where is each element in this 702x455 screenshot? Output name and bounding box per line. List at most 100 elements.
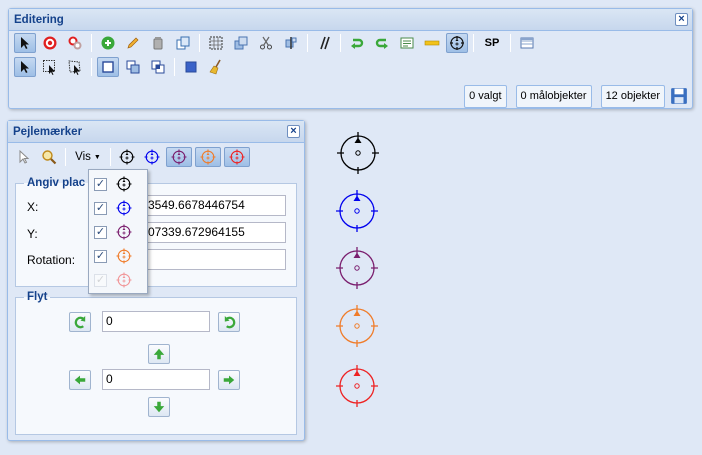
- copy-button[interactable]: [172, 33, 194, 53]
- rotate-right-icon: [224, 315, 235, 328]
- rotate-left-button[interactable]: [69, 312, 91, 332]
- broom-icon: [209, 59, 221, 75]
- bearing-marker-button[interactable]: [446, 33, 468, 53]
- move-up-button[interactable]: [148, 344, 170, 364]
- cut-button[interactable]: [255, 33, 277, 53]
- parallel-button[interactable]: [313, 33, 335, 53]
- y-input[interactable]: 07339.672964155: [144, 222, 286, 243]
- rotate-right-button[interactable]: [218, 312, 240, 332]
- blue-marker-icon: [144, 149, 160, 165]
- box-select-button[interactable]: [39, 57, 61, 77]
- target-button[interactable]: [39, 33, 61, 53]
- toolbar-separator: [110, 148, 111, 166]
- move-left-button[interactable]: [69, 370, 91, 390]
- move-right-button[interactable]: [218, 370, 240, 390]
- vis-menu-button[interactable]: Vis ▼: [71, 147, 105, 167]
- layers-button[interactable]: [230, 33, 252, 53]
- editing-panel-title: Editering: [14, 14, 64, 26]
- box-select-icon: [43, 60, 55, 75]
- subtract-selection-button[interactable]: [147, 57, 169, 77]
- checkbox-black[interactable]: ✓: [94, 177, 107, 191]
- delete-button[interactable]: [147, 33, 169, 53]
- pointer-icon: [21, 37, 29, 49]
- orange-marker-icon: [200, 149, 216, 165]
- add-selection-button[interactable]: [122, 57, 144, 77]
- clear-button[interactable]: [205, 57, 227, 77]
- red-marker-icon: [116, 272, 132, 288]
- black-bearing-marker[interactable]: [336, 131, 380, 175]
- shift-value-input[interactable]: 0: [102, 369, 210, 390]
- blue-marker-button[interactable]: [141, 147, 163, 167]
- multi-target-button[interactable]: [64, 33, 86, 53]
- split-button[interactable]: [280, 33, 302, 53]
- toolbar-separator: [510, 34, 511, 52]
- fill-button[interactable]: [180, 57, 202, 77]
- redo-button[interactable]: [371, 33, 393, 53]
- toolbar-separator: [199, 34, 200, 52]
- orange-marker-button[interactable]: [195, 147, 221, 167]
- x-input[interactable]: 3549.6678446754: [144, 195, 286, 216]
- editing-status-bar: 0 valgt 0 målobjekter 12 objekter: [9, 79, 692, 113]
- purple-bearing-marker[interactable]: [335, 246, 379, 290]
- toolbar-separator: [307, 34, 308, 52]
- attribute-button[interactable]: [396, 33, 418, 53]
- bearings-panel: Pejlemærker × Vis ▼ Angiv plac X: 3549.6…: [7, 120, 305, 441]
- red-bearing-marker[interactable]: [335, 364, 379, 408]
- undo-icon: [351, 38, 364, 49]
- vis-item-blue[interactable]: ✓: [94, 198, 132, 218]
- ruler-icon: [424, 40, 440, 46]
- selected-count: 0 valgt: [464, 84, 507, 108]
- blue-bearing-marker[interactable]: [335, 189, 379, 233]
- editing-toolbar-row-1: SP: [9, 31, 692, 55]
- select-pointer-button[interactable]: [14, 33, 36, 53]
- measure-button[interactable]: [421, 33, 443, 53]
- close-editing-button[interactable]: ×: [675, 13, 688, 26]
- bearings-panel-title: Pejlemærker: [13, 126, 83, 138]
- parallel-lines-icon: [320, 36, 330, 50]
- save-icon[interactable]: [670, 87, 688, 105]
- close-bearings-button[interactable]: ×: [287, 125, 300, 138]
- new-selection-button[interactable]: [97, 57, 119, 77]
- table-button[interactable]: [516, 33, 538, 53]
- move-down-button[interactable]: [148, 397, 170, 417]
- black-marker-icon: [119, 149, 135, 165]
- arrow-left-icon: [74, 375, 86, 385]
- zoom-button[interactable]: [38, 147, 60, 167]
- checkbox-orange[interactable]: ✓: [94, 249, 107, 263]
- x-label: X:: [27, 200, 39, 214]
- vis-dropdown-menu: ✓ ✓ ✓ ✓ ✓: [88, 169, 148, 294]
- vis-item-orange[interactable]: ✓: [94, 246, 132, 266]
- split-icon: [285, 37, 297, 49]
- pointer-button[interactable]: [13, 147, 35, 167]
- placement-legend: Angiv plac: [27, 177, 86, 189]
- move-legend: Flyt: [27, 291, 48, 303]
- vis-item-black[interactable]: ✓: [94, 174, 132, 194]
- grid-select-button[interactable]: [205, 33, 227, 53]
- lasso-select-button[interactable]: [64, 57, 86, 77]
- toolbar-separator: [340, 34, 341, 52]
- toolbar-separator: [174, 58, 175, 76]
- orange-marker-icon: [116, 248, 132, 264]
- vis-item-purple[interactable]: ✓: [94, 222, 132, 242]
- rotation-input[interactable]: [144, 249, 286, 270]
- edit-button[interactable]: [122, 33, 144, 53]
- arrow-up-icon: [153, 348, 165, 360]
- purple-marker-button[interactable]: [166, 147, 192, 167]
- editing-panel-header: Editering ×: [9, 9, 692, 31]
- red-marker-icon: [229, 149, 245, 165]
- sp-button[interactable]: SP: [479, 33, 505, 53]
- checkbox-blue[interactable]: ✓: [94, 201, 107, 215]
- arrow-down-icon: [153, 401, 165, 413]
- undo-button[interactable]: [346, 33, 368, 53]
- black-marker-button[interactable]: [116, 147, 138, 167]
- red-marker-button[interactable]: [224, 147, 250, 167]
- table-icon: [520, 37, 534, 49]
- orange-bearing-marker[interactable]: [335, 304, 379, 348]
- purple-marker-icon: [171, 149, 187, 165]
- checkbox-purple[interactable]: ✓: [94, 225, 107, 239]
- add-button[interactable]: [97, 33, 119, 53]
- select-mode-button[interactable]: [14, 57, 36, 77]
- add-selection-icon: [126, 60, 140, 74]
- editing-toolbar-row-2: [9, 55, 692, 79]
- rotate-value-input[interactable]: 0: [102, 311, 210, 332]
